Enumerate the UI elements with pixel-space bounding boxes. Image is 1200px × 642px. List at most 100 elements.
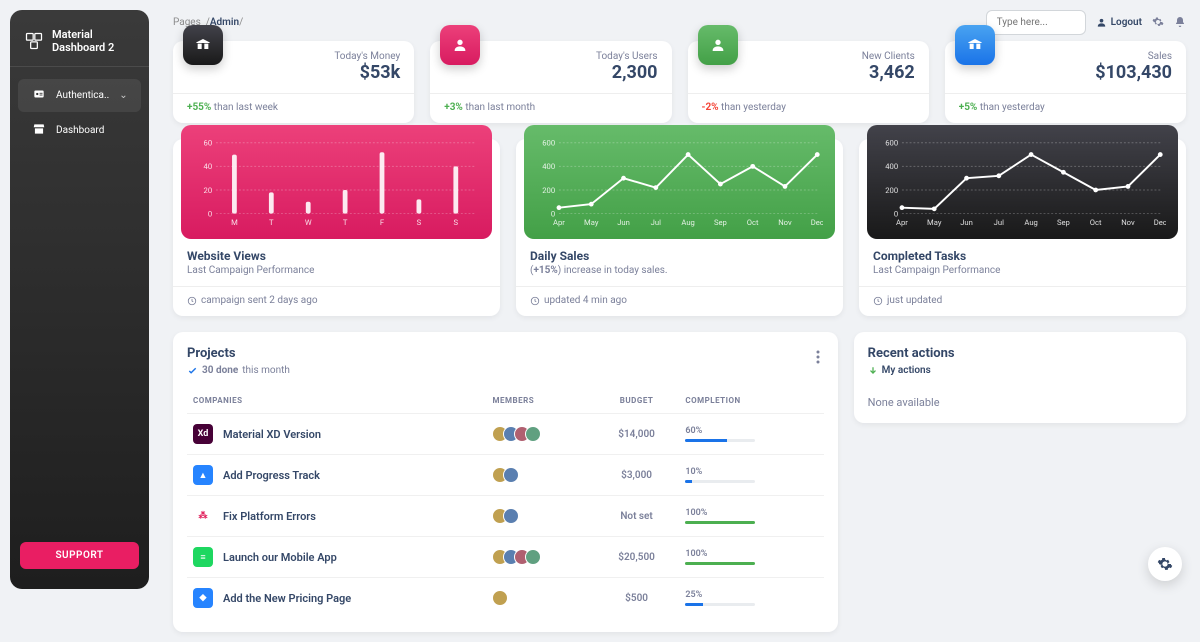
- logout-link[interactable]: Logout: [1096, 17, 1142, 28]
- budget: Not set: [594, 496, 680, 537]
- svg-text:Nov: Nov: [1121, 218, 1135, 227]
- svg-text:Sep: Sep: [714, 218, 727, 227]
- projects-subtitle: 30 done this month: [187, 365, 290, 376]
- logout-label: Logout: [1111, 17, 1142, 28]
- table-row[interactable]: ≡ Launch our Mobile App $20,500 100%: [187, 537, 824, 578]
- budget: $3,000: [594, 455, 680, 496]
- clock-icon: [873, 296, 883, 306]
- company-name: Material XD Version: [223, 428, 321, 441]
- svg-text:600: 600: [885, 139, 898, 148]
- svg-text:Jul: Jul: [651, 218, 661, 227]
- svg-text:Oct: Oct: [747, 218, 759, 227]
- company-name: Add Progress Track: [223, 469, 320, 482]
- sidebar-item-dashboard[interactable]: Dashboard: [18, 114, 141, 147]
- projects-table: COMPANIESMEMBERSBUDGETCOMPLETION Xd Mate…: [187, 388, 824, 618]
- stat-card: Today's Money $53k +55% than last week: [173, 41, 414, 123]
- chart-card: 0200400600AprMayJunJulAugSepOctNovDec Co…: [859, 139, 1186, 316]
- svg-text:S: S: [454, 218, 459, 227]
- badge-icon: [32, 87, 46, 104]
- clock-icon: [187, 296, 197, 306]
- chart-title: Daily Sales: [530, 249, 829, 263]
- svg-text:T: T: [343, 218, 348, 227]
- svg-text:400: 400: [885, 162, 898, 171]
- company-name: Add the New Pricing Page: [223, 592, 351, 605]
- budget: $20,500: [594, 537, 680, 578]
- svg-text:Jun: Jun: [617, 218, 630, 227]
- table-row[interactable]: ▲ Add Progress Track $3,000 10%: [187, 455, 824, 496]
- svg-text:0: 0: [551, 209, 555, 218]
- company-icon: ⁂: [193, 506, 213, 526]
- my-actions-link[interactable]: My actions: [868, 365, 1172, 376]
- svg-text:Jun: Jun: [960, 218, 973, 227]
- sidebar-item-label: Dashboard: [56, 125, 104, 136]
- completion: 100%: [685, 508, 817, 524]
- svg-text:Apr: Apr: [553, 218, 565, 227]
- company-cell: ◆ Add the New Pricing Page: [193, 588, 480, 608]
- bell-icon[interactable]: [1174, 13, 1186, 32]
- table-row[interactable]: Xd Material XD Version $14,000 60%: [187, 414, 824, 455]
- svg-text:Nov: Nov: [778, 218, 792, 227]
- chart-title: Website Views: [187, 249, 486, 263]
- settings-icon[interactable]: [1152, 13, 1164, 32]
- svg-text:60: 60: [204, 139, 213, 148]
- weekend-icon: [183, 25, 223, 65]
- svg-text:200: 200: [885, 186, 898, 195]
- company-cell: ≡ Launch our Mobile App: [193, 547, 480, 567]
- company-cell: Xd Material XD Version: [193, 424, 480, 444]
- company-icon: ≡: [193, 547, 213, 567]
- company-name: Fix Platform Errors: [223, 510, 316, 523]
- stat-card: New Clients 3,462 -2% than yesterday: [688, 41, 929, 123]
- stat-footer: +55% than last week: [187, 102, 400, 113]
- members: [492, 467, 587, 483]
- chart-title: Completed Tasks: [873, 249, 1172, 263]
- svg-text:0: 0: [208, 209, 212, 218]
- download-icon: [868, 366, 878, 376]
- projects-subtitle-tail: this month: [242, 365, 290, 376]
- avatar: [525, 426, 541, 442]
- person-icon: [440, 25, 480, 65]
- completion: 25%: [685, 590, 817, 606]
- table-row[interactable]: ◆ Add the New Pricing Page $500 25%: [187, 578, 824, 619]
- chart-card: 0200400600AprMayJunJulAugSepOctNovDec Da…: [516, 139, 843, 316]
- support-button[interactable]: SUPPORT: [20, 542, 139, 569]
- company-cell: ⁂ Fix Platform Errors: [193, 506, 480, 526]
- projects-menu-button[interactable]: [812, 346, 824, 372]
- stat-footer: +3% than last month: [444, 102, 657, 113]
- stat-value: $103,430: [959, 62, 1172, 83]
- members: [492, 590, 587, 606]
- svg-text:Apr: Apr: [896, 218, 908, 227]
- budget: $500: [594, 578, 680, 619]
- search-input[interactable]: [986, 10, 1086, 35]
- table-row[interactable]: ⁂ Fix Platform Errors Not set 100%: [187, 496, 824, 537]
- stat-card: Today's Users 2,300 +3% than last month: [430, 41, 671, 123]
- my-actions-label: My actions: [882, 365, 931, 376]
- user-icon: [1096, 17, 1107, 28]
- company-cell: ▲ Add Progress Track: [193, 465, 480, 485]
- svg-text:400: 400: [542, 162, 555, 171]
- avatar: [525, 549, 541, 565]
- settings-fab[interactable]: [1148, 547, 1182, 581]
- chart-footer: updated 4 min ago: [530, 295, 829, 306]
- sidebar: Material Dashboard 2 Authentica..⌄Dashbo…: [10, 10, 149, 589]
- completion: 60%: [685, 426, 817, 442]
- members: [492, 549, 587, 565]
- svg-text:May: May: [927, 218, 942, 227]
- sidebar-item-authentica-[interactable]: Authentica..⌄: [18, 79, 141, 112]
- svg-text:Sep: Sep: [1057, 218, 1070, 227]
- person-icon: [698, 25, 738, 65]
- chart-subtitle: Last Campaign Performance: [187, 265, 486, 276]
- chevron-down-icon: ⌄: [119, 90, 127, 101]
- nav: Authentica..⌄ Dashboard: [10, 77, 149, 149]
- svg-text:Aug: Aug: [681, 218, 694, 227]
- svg-text:200: 200: [542, 186, 555, 195]
- chart-card: 0204060MTWTFSS Website Views Last Campai…: [173, 139, 500, 316]
- svg-text:May: May: [584, 218, 599, 227]
- projects-done-count: 30 done: [202, 365, 238, 376]
- svg-text:Oct: Oct: [1090, 218, 1102, 227]
- svg-text:T: T: [269, 218, 274, 227]
- svg-text:40: 40: [204, 162, 213, 171]
- recent-title: Recent actions: [868, 346, 1172, 361]
- company-icon: ▲: [193, 465, 213, 485]
- members: [492, 508, 587, 524]
- company-name: Launch our Mobile App: [223, 551, 337, 564]
